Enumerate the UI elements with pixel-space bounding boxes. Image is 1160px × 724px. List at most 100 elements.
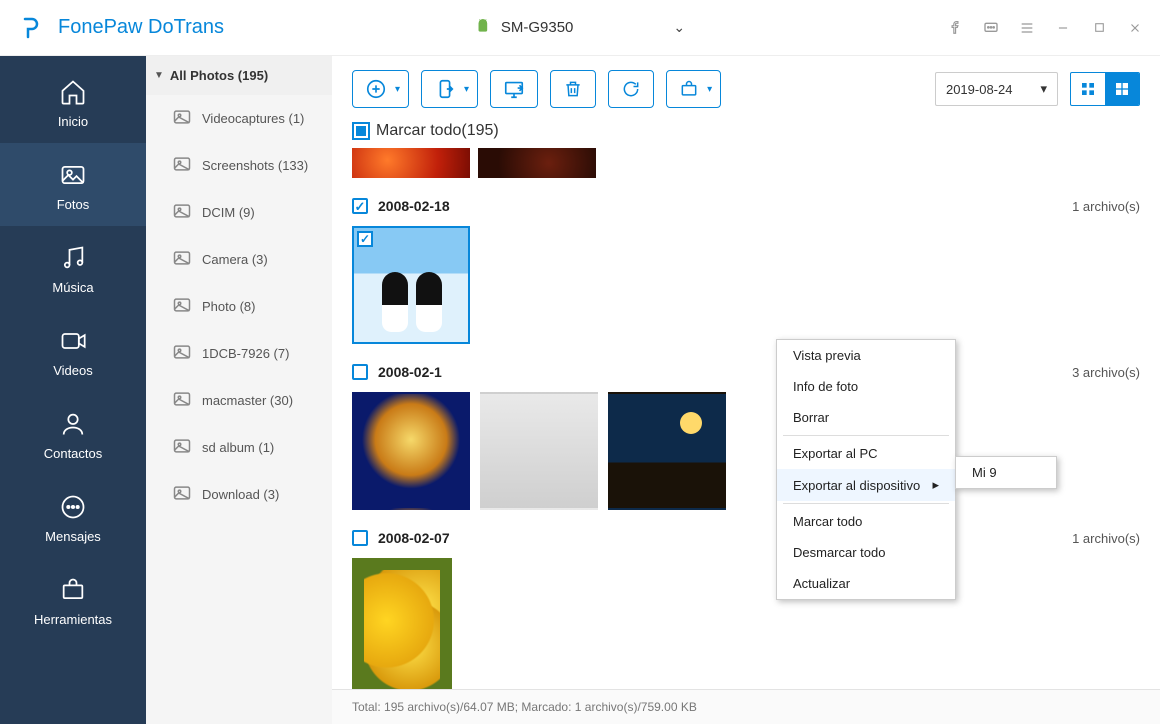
album-row[interactable]: DCIM (9) — [146, 189, 332, 236]
picture-icon — [172, 295, 192, 318]
add-button[interactable]: ▾ — [352, 70, 409, 108]
menu-separator — [783, 435, 949, 436]
menu-item-delete[interactable]: Borrar — [777, 402, 955, 433]
album-row[interactable]: Videocaptures (1) — [146, 95, 332, 142]
albums-header[interactable]: ▼ All Photos (195) — [146, 56, 332, 95]
album-row[interactable]: Camera (3) — [146, 236, 332, 283]
menu-item-info[interactable]: Info de foto — [777, 371, 955, 402]
context-menu: Vista previa Info de foto Borrar Exporta… — [776, 339, 956, 600]
album-label: Videocaptures (1) — [202, 111, 304, 126]
menu-separator — [783, 503, 949, 504]
albums-panel: ▼ All Photos (195) Videocaptures (1) Scr… — [146, 56, 332, 724]
sidebar-label: Contactos — [44, 446, 103, 461]
sidebar-label: Fotos — [57, 197, 90, 212]
grid-large-button[interactable] — [1105, 73, 1139, 105]
preview-thumb[interactable] — [478, 148, 596, 178]
group-checkbox[interactable] — [352, 364, 368, 380]
mark-all-checkbox[interactable] — [352, 122, 370, 140]
maximize-button[interactable] — [1090, 19, 1108, 37]
export-pc-button[interactable] — [490, 70, 538, 108]
mark-all-row[interactable]: Marcar todo(195) — [352, 122, 1140, 140]
thumb-checkbox[interactable] — [357, 231, 373, 247]
group-date: 2008-02-1 — [378, 364, 442, 380]
app-logo-icon — [16, 14, 44, 42]
album-row[interactable]: Download (3) — [146, 471, 332, 518]
photo-thumb[interactable] — [352, 226, 470, 344]
menu-item-refresh[interactable]: Actualizar — [777, 568, 955, 599]
sidebar-label: Mensajes — [45, 529, 101, 544]
device-selector[interactable]: SM-G9350 ⌄ — [461, 12, 699, 43]
toolbar: ▾ ▾ ▾ 2019-08-24▾ — [332, 56, 1160, 122]
menu-item-mark-all[interactable]: Marcar todo — [777, 506, 955, 537]
delete-button[interactable] — [550, 70, 596, 108]
menu-icon[interactable] — [1018, 19, 1036, 37]
export-device-button[interactable]: ▾ — [421, 70, 478, 108]
picture-icon — [172, 483, 192, 506]
album-row[interactable]: 1DCB-7926 (7) — [146, 330, 332, 377]
photo-thumb[interactable] — [608, 392, 726, 510]
submenu-item-device[interactable]: Mi 9 — [956, 457, 1056, 488]
group-count: 1 archivo(s) — [1072, 199, 1140, 214]
status-text: Total: 195 archivo(s)/64.07 MB; Marcado:… — [352, 700, 697, 714]
sidebar-item-fotos[interactable]: Fotos — [0, 143, 146, 226]
sidebar: Inicio Fotos Música Videos Contactos Men… — [0, 56, 146, 724]
album-label: sd album (1) — [202, 440, 274, 455]
group-count: 1 archivo(s) — [1072, 531, 1140, 546]
android-icon — [475, 18, 491, 37]
photo-scroll[interactable]: Marcar todo(195) 2008-02-18 1 archivo(s) — [332, 122, 1160, 689]
sidebar-item-videos[interactable]: Videos — [0, 309, 146, 392]
statusbar: Total: 195 archivo(s)/64.07 MB; Marcado:… — [332, 689, 1160, 724]
chevron-down-icon: ▾ — [1040, 81, 1047, 97]
submenu-arrow-icon: ▸ — [932, 477, 939, 493]
sidebar-item-mensajes[interactable]: Mensajes — [0, 475, 146, 558]
photo-thumb[interactable] — [352, 392, 470, 510]
photo-thumb[interactable] — [480, 392, 598, 510]
album-row[interactable]: sd album (1) — [146, 424, 332, 471]
sidebar-item-inicio[interactable]: Inicio — [0, 60, 146, 143]
menu-item-export-device[interactable]: Exportar al dispositivo▸ — [777, 469, 955, 501]
sidebar-label: Videos — [53, 363, 93, 378]
window-controls — [946, 19, 1144, 37]
menu-item-unmark-all[interactable]: Desmarcar todo — [777, 537, 955, 568]
group-checkbox[interactable] — [352, 198, 368, 214]
album-label: Download (3) — [202, 487, 279, 502]
picture-icon — [172, 342, 192, 365]
group-checkbox[interactable] — [352, 530, 368, 546]
album-label: Camera (3) — [202, 252, 268, 267]
album-row[interactable]: macmaster (30) — [146, 377, 332, 424]
device-name: SM-G9350 — [501, 19, 574, 36]
picture-icon — [172, 436, 192, 459]
minimize-button[interactable] — [1054, 19, 1072, 37]
group-header: 2008-02-1 3 archivo(s) — [352, 364, 1140, 380]
album-label: macmaster (30) — [202, 393, 293, 408]
group-header: 2008-02-18 1 archivo(s) — [352, 198, 1140, 214]
chevron-down-icon: ▾ — [707, 84, 712, 95]
picture-icon — [172, 389, 192, 412]
albums-header-label: All Photos (195) — [170, 68, 268, 83]
picture-icon — [172, 107, 192, 130]
toolbox-button[interactable]: ▾ — [666, 70, 721, 108]
content: ▾ ▾ ▾ 2019-08-24▾ Marcar todo(195) — [332, 56, 1160, 724]
album-label: Screenshots (133) — [202, 158, 308, 173]
facebook-icon[interactable] — [946, 19, 964, 37]
sidebar-item-musica[interactable]: Música — [0, 226, 146, 309]
group-count: 3 archivo(s) — [1072, 365, 1140, 380]
group-header: 2008-02-07 1 archivo(s) — [352, 530, 1140, 546]
menu-item-export-pc[interactable]: Exportar al PC — [777, 438, 955, 469]
group-date: 2008-02-07 — [378, 530, 450, 546]
photo-thumb[interactable] — [352, 558, 452, 689]
sidebar-item-contactos[interactable]: Contactos — [0, 392, 146, 475]
menu-item-preview[interactable]: Vista previa — [777, 340, 955, 371]
view-toggle — [1070, 72, 1140, 106]
album-row[interactable]: Photo (8) — [146, 283, 332, 330]
refresh-button[interactable] — [608, 70, 654, 108]
grid-small-button[interactable] — [1071, 73, 1105, 105]
date-filter[interactable]: 2019-08-24▾ — [935, 72, 1058, 106]
feedback-icon[interactable] — [982, 19, 1000, 37]
close-button[interactable] — [1126, 19, 1144, 37]
album-row[interactable]: Screenshots (133) — [146, 142, 332, 189]
app-title: FonePaw DoTrans — [58, 16, 224, 39]
preview-thumb[interactable] — [352, 148, 470, 178]
chevron-down-icon: ▾ — [395, 84, 400, 95]
sidebar-item-herramientas[interactable]: Herramientas — [0, 558, 146, 641]
